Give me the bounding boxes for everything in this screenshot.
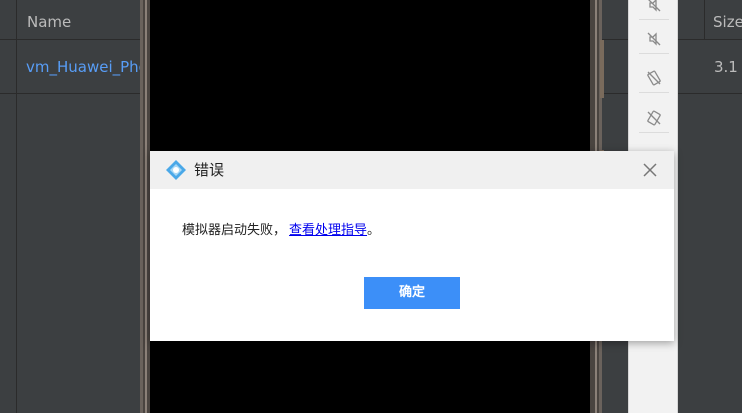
message-end: 。 <box>367 223 381 238</box>
ok-button[interactable]: 确定 <box>364 277 460 309</box>
mute-button-top[interactable] <box>639 0 669 20</box>
mute-button[interactable] <box>639 24 669 54</box>
help-guide-link[interactable]: 查看处理指导 <box>289 223 367 238</box>
column-divider <box>16 40 17 413</box>
rotate-button[interactable] <box>639 63 669 93</box>
mute-icon <box>648 0 661 12</box>
app-logo-icon <box>166 160 186 180</box>
column-header-name[interactable]: Name <box>16 0 144 40</box>
device-name-link[interactable]: vm_Huawei_Phone <box>26 58 146 80</box>
phone-volume-key <box>600 40 604 98</box>
dialog-titlebar[interactable]: 错误 <box>150 151 674 189</box>
error-text: 模拟器启动失败， <box>182 223 287 238</box>
mute-icon <box>647 31 661 46</box>
device-size: 3.1 <box>714 58 738 76</box>
rotate-disabled-icon <box>647 110 661 125</box>
dialog-message: 模拟器启动失败， 查看处理指导。 <box>182 221 380 241</box>
rotate-button-2[interactable] <box>639 103 669 133</box>
close-icon <box>643 163 657 177</box>
column-header-size[interactable]: Size <box>704 0 742 40</box>
rotate-disabled-icon <box>647 70 661 85</box>
dialog-title: 错误 <box>194 161 225 179</box>
close-button[interactable] <box>640 160 660 180</box>
error-dialog: 错误 模拟器启动失败， 查看处理指导。 确定 <box>150 151 674 341</box>
